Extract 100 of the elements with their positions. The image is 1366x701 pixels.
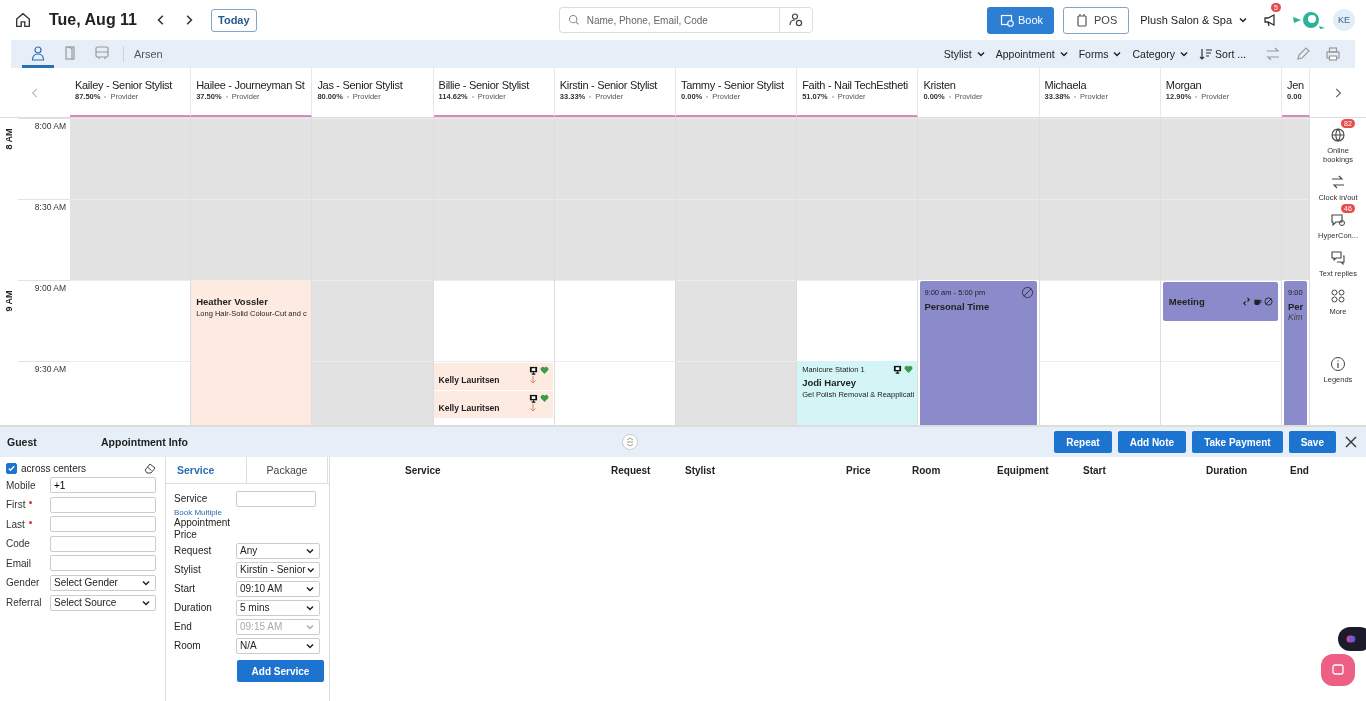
time-slot[interactable] [1039,199,1160,280]
filter-dropdown[interactable]: Category [1127,48,1195,60]
time-slot[interactable] [676,199,797,280]
pos-button[interactable]: POS [1063,6,1130,34]
sort-button[interactable]: Sort ... [1194,47,1251,61]
eraser-icon[interactable] [144,462,156,474]
down-arrow-icon [528,376,537,384]
column-header: Request [611,465,652,476]
select-field[interactable]: N/A [236,637,320,654]
input-field[interactable] [50,555,156,571]
field-label: Last [6,518,32,530]
swap-icon[interactable] [1242,297,1251,306]
filter-dropdown[interactable]: Appointment [990,48,1074,60]
time-slot[interactable] [797,118,918,199]
time-slot[interactable] [797,199,918,280]
select-field[interactable]: 09:10 AM [236,580,320,597]
cup-icon[interactable] [1253,297,1262,306]
time-slot[interactable] [191,118,312,199]
time-slot[interactable] [70,199,191,280]
staff-name: Tammy - Senior Stylist [681,79,785,91]
home-icon[interactable] [14,11,32,29]
time-slot[interactable] [676,118,797,199]
time-slot[interactable] [918,118,1039,199]
field-label: First [6,499,33,510]
action-button[interactable]: Add Note [1117,431,1187,453]
appointment-card[interactable]: Kelly Lauritsen [433,363,553,390]
staff-name: Morgan [1165,79,1203,91]
field-label: Stylist [174,564,202,575]
input-field[interactable]: +1 [50,477,156,493]
heart-icon [539,393,549,403]
pen-icon[interactable] [1295,46,1311,62]
time-slot[interactable] [312,280,433,361]
time-slot[interactable] [1160,118,1281,199]
staff-name: Hailee - Journeyman St [196,79,306,91]
staff-name: Billie - Senior Stylist [438,79,531,91]
time-slot[interactable] [1282,199,1309,280]
search-field[interactable]: Name, Phone, Email, Code [558,7,779,33]
field-label: Room [174,640,202,651]
appointment-card[interactable]: Kelly Lauritsen [433,391,553,418]
time-slot[interactable] [918,199,1039,280]
time-slot[interactable] [433,118,554,199]
swap-icon[interactable] [1265,46,1281,62]
block-title: Meeting [1168,296,1205,307]
time-slot[interactable] [1039,118,1160,199]
time-slot[interactable] [554,199,675,280]
time-slot[interactable] [1282,118,1309,199]
field-label: Code [6,538,30,549]
today-button[interactable]: Today [211,8,257,32]
time-label: 9:30 AM [34,364,66,374]
mascot-icon[interactable] [1291,9,1327,31]
input-field[interactable] [50,516,156,532]
guest-name: Kelly Lauritsen [438,375,500,385]
action-button[interactable]: Take Payment [1192,431,1283,453]
time-slot[interactable] [1160,199,1281,280]
blob-icon [1345,633,1357,645]
caret-icon [1179,49,1190,59]
select-field[interactable]: 5 mins [236,599,320,616]
close-icon[interactable] [1344,435,1358,449]
filter-label: Arsen [134,48,163,60]
select-field[interactable]: Select Gender [50,574,156,591]
checkbox[interactable] [6,462,17,474]
filter-dropdown[interactable]: Stylist [938,48,991,60]
blocked-icon[interactable] [1020,285,1034,299]
action-button[interactable]: Repeat [1054,431,1112,453]
add-service-button[interactable]: Add Service [237,660,324,682]
filter-dropdown[interactable]: Forms [1073,48,1128,60]
input-field[interactable] [50,535,156,552]
location-dropdown[interactable]: Plush Salon & Spa [1135,14,1253,26]
column-header: Room [912,465,942,476]
print-icon[interactable] [1325,46,1341,62]
action-button[interactable]: Save [1288,431,1336,453]
time-slot[interactable] [676,361,797,425]
assistant-button[interactable] [1338,627,1366,651]
caret-icon [1112,49,1123,59]
user-avatar[interactable]: KE [1333,9,1355,31]
column-header: Price [846,465,872,476]
chat-icon [1331,663,1345,677]
input-field[interactable] [236,490,316,507]
time-slot[interactable] [312,361,433,425]
input-field[interactable] [50,496,156,513]
info-icon [1330,356,1346,372]
book-multiple-link[interactable]: Book Multiple [174,508,223,517]
guest-name: Jodi Harvey [802,377,858,388]
time-slot[interactable] [554,118,675,199]
time-slot[interactable] [191,199,312,280]
field-label: End [174,621,193,632]
select-field[interactable]: Select Source [50,594,156,611]
blocked-time-card[interactable]: Meeting [1162,282,1278,321]
select-field[interactable]: Any [236,542,320,559]
blocked-icon[interactable] [1264,297,1273,306]
time-slot[interactable] [70,118,191,199]
resize-handle-icon[interactable] [621,434,638,450]
book-button[interactable]: Book [986,6,1055,34]
date-title: Tue, Aug 11 [49,11,137,29]
time-slot[interactable] [676,280,797,361]
time-slot[interactable] [433,199,554,280]
time-slot[interactable] [312,199,433,280]
time-slot[interactable] [312,118,433,199]
select-field[interactable]: Kirstin - Senior [236,561,320,578]
guest-search-button[interactable] [778,7,813,33]
